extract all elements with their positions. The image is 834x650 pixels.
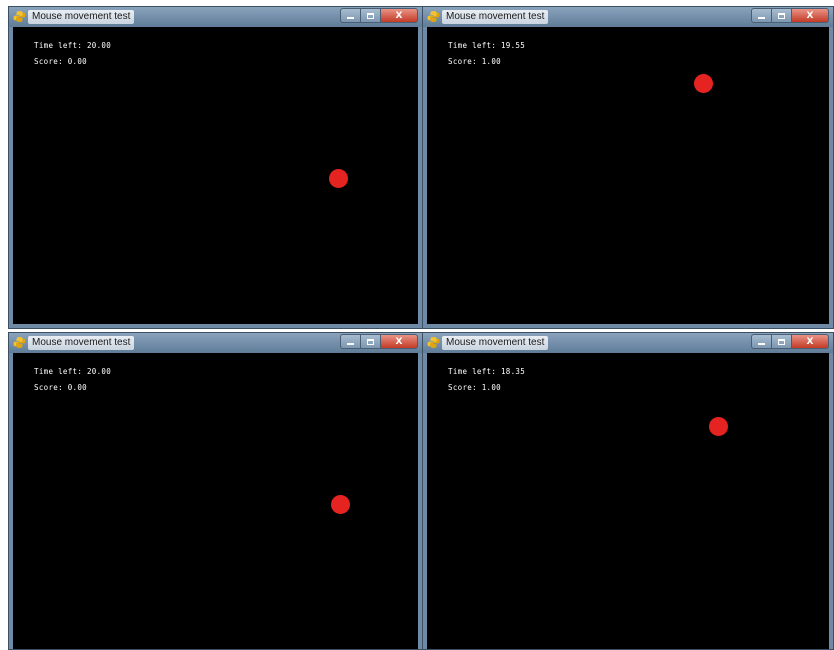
minimize-icon [758, 17, 765, 19]
close-button[interactable]: X [380, 334, 418, 349]
window-controls: X [340, 8, 418, 23]
maximize-button[interactable] [771, 8, 791, 23]
minimize-button[interactable] [751, 334, 771, 349]
close-button[interactable]: X [791, 334, 829, 349]
minimize-button[interactable] [751, 8, 771, 23]
red-target-dot[interactable] [709, 417, 728, 436]
window-titlebar[interactable]: Mouse movement test X [423, 333, 833, 353]
window-title: Mouse movement test [442, 10, 549, 24]
window-title: Mouse movement test [442, 336, 549, 350]
score-label: Score: 0.00 [34, 57, 87, 66]
minimize-icon [758, 343, 765, 345]
window-controls: X [751, 8, 829, 23]
minimize-icon [347, 17, 354, 19]
maximize-button[interactable] [360, 8, 380, 23]
window-title: Mouse movement test [28, 10, 135, 24]
score-label: Score: 0.00 [34, 383, 87, 392]
close-icon: X [395, 336, 403, 347]
window-controls: X [751, 334, 829, 349]
score-label: Score: 1.00 [448, 383, 501, 392]
minimize-button[interactable] [340, 8, 360, 23]
python-icon [13, 11, 26, 22]
python-icon [13, 337, 26, 348]
game-window-1: Mouse movement test X Time left: 20.00 S… [8, 6, 423, 329]
game-canvas[interactable]: Time left: 19.55 Score: 1.00 [427, 27, 829, 324]
game-window-3: Mouse movement test X Time left: 20.00 S… [8, 332, 423, 650]
game-canvas[interactable]: Time left: 20.00 Score: 0.00 [13, 27, 418, 324]
maximize-icon [367, 338, 374, 345]
red-target-dot[interactable] [694, 74, 713, 93]
maximize-button[interactable] [771, 334, 791, 349]
python-icon [427, 337, 440, 348]
time-left-label: Time left: 20.00 [34, 367, 112, 376]
time-left-label: Time left: 19.55 [448, 41, 526, 50]
window-titlebar[interactable]: Mouse movement test X [9, 333, 422, 353]
game-canvas[interactable]: Time left: 18.35 Score: 1.00 [427, 353, 829, 649]
maximize-icon [367, 12, 374, 19]
red-target-dot[interactable] [331, 495, 350, 514]
window-titlebar[interactable]: Mouse movement test X [423, 7, 833, 27]
maximize-button[interactable] [360, 334, 380, 349]
score-label: Score: 1.00 [448, 57, 501, 66]
close-icon: X [395, 10, 403, 21]
close-icon: X [806, 10, 814, 21]
close-button[interactable]: X [791, 8, 829, 23]
game-window-2: Mouse movement test X Time left: 19.55 S… [422, 6, 834, 329]
maximize-icon [778, 338, 785, 345]
maximize-icon [778, 12, 785, 19]
window-title: Mouse movement test [28, 336, 135, 350]
close-button[interactable]: X [380, 8, 418, 23]
close-icon: X [806, 336, 814, 347]
game-canvas[interactable]: Time left: 20.00 Score: 0.00 [13, 353, 418, 649]
time-left-label: Time left: 20.00 [34, 41, 112, 50]
minimize-button[interactable] [340, 334, 360, 349]
window-controls: X [340, 334, 418, 349]
time-left-label: Time left: 18.35 [448, 367, 526, 376]
game-window-4: Mouse movement test X Time left: 18.35 S… [422, 332, 834, 650]
python-icon [427, 11, 440, 22]
window-titlebar[interactable]: Mouse movement test X [9, 7, 422, 27]
red-target-dot[interactable] [329, 169, 348, 188]
minimize-icon [347, 343, 354, 345]
